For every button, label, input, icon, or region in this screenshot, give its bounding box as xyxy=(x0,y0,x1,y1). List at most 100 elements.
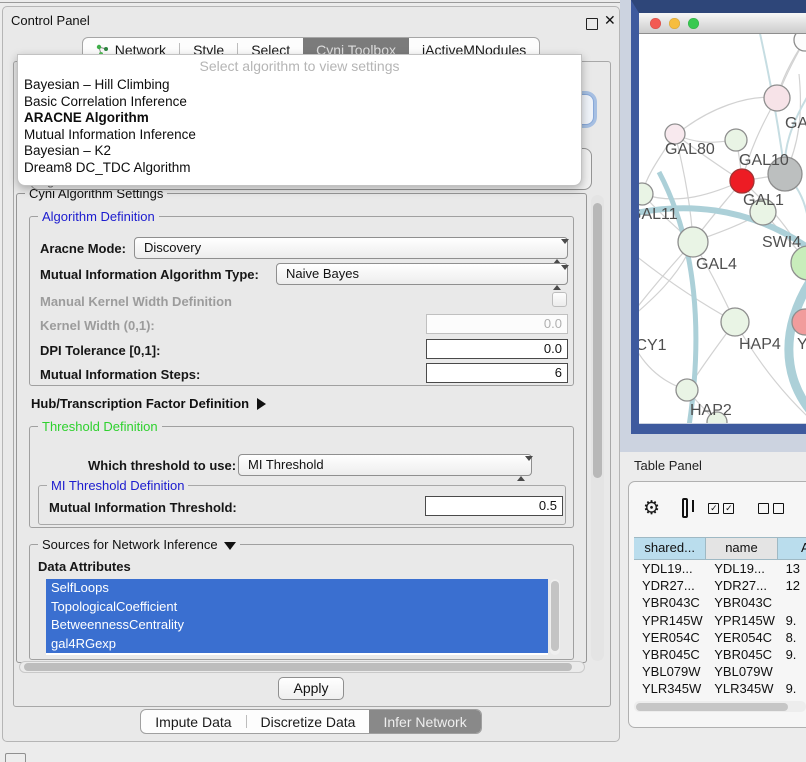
gear-icon[interactable]: ⚙ xyxy=(643,499,660,518)
table-cell[interactable]: YBL079W xyxy=(634,663,706,680)
tab-discretize-data[interactable]: Discretize Data xyxy=(247,710,370,733)
table-row[interactable]: YBR043CYBR043C xyxy=(634,594,806,611)
minimize-window-icon[interactable] xyxy=(669,18,680,29)
table-cell[interactable]: YDR27... xyxy=(634,577,706,594)
table-cell[interactable]: YBR045C xyxy=(706,646,777,663)
table-cell[interactable]: YBR043C xyxy=(706,594,777,611)
network-node-swi4[interactable] xyxy=(791,246,806,280)
list-scrollbar xyxy=(550,579,560,655)
node-label: GAL11 xyxy=(639,206,678,223)
table-cell[interactable]: YPR145W xyxy=(706,612,777,629)
table-cell[interactable]: 13 xyxy=(778,560,806,577)
column-header-a[interactable]: A xyxy=(778,538,806,559)
collapsed-panel-chip[interactable] xyxy=(5,753,26,762)
mi-threshold-field[interactable]: 0.5 xyxy=(425,496,563,516)
network-node-hap2[interactable] xyxy=(676,379,698,401)
table-row[interactable]: YER054CYER054C8. xyxy=(634,629,806,646)
network-node-gal[interactable] xyxy=(764,85,790,111)
table-cell[interactable]: YBR045C xyxy=(634,646,706,663)
table-hscroll-thumb[interactable] xyxy=(636,703,788,711)
mi-type-value: Naive Bayes xyxy=(286,266,359,281)
table-cell[interactable]: 9. xyxy=(778,612,806,629)
hub-definition-expander[interactable]: Hub/Transcription Factor Definition xyxy=(31,396,266,411)
table-row[interactable]: YDR27...YDR27...12 xyxy=(634,577,806,594)
network-window-titlebar[interactable] xyxy=(639,13,806,34)
network-node[interactable] xyxy=(794,34,806,51)
table-cell[interactable] xyxy=(778,663,806,680)
table-cell[interactable]: YBL079W xyxy=(706,663,777,680)
algorithm-option-dream8-dc-tdc-algorithm[interactable]: Dream8 DC_TDC Algorithm xyxy=(18,160,581,177)
data-attribute-item[interactable]: TopologicalCoefficient xyxy=(46,598,548,617)
aracne-mode-select[interactable]: Discovery xyxy=(134,237,568,259)
which-threshold-select[interactable]: MI Threshold xyxy=(238,454,532,476)
close-panel-icon[interactable]: ✕ xyxy=(604,12,616,29)
close-window-icon[interactable] xyxy=(650,18,661,29)
dpi-tolerance-field[interactable]: 0.0 xyxy=(426,339,568,359)
mi-threshold-label: Mutual Information Threshold: xyxy=(49,500,237,515)
mi-type-select[interactable]: Naive Bayes xyxy=(276,263,568,285)
table-row[interactable]: YPR145WYPR145W9. xyxy=(634,612,806,629)
checked-boxes-icon[interactable]: ✓✓ xyxy=(708,503,738,514)
list-scrollbar-thumb[interactable] xyxy=(551,581,559,651)
table-row[interactable]: YDL19...YDL19...13 xyxy=(634,560,806,577)
data-attribute-item[interactable]: SelfLoops xyxy=(46,579,548,598)
unchecked-boxes-icon[interactable] xyxy=(758,503,788,514)
table-cell[interactable]: YDR27... xyxy=(706,577,777,594)
algorithm-option-aracne-algorithm[interactable]: ARACNE Algorithm xyxy=(18,110,581,127)
algorithm-option-bayesian-k2[interactable]: Bayesian – K2 xyxy=(18,143,581,160)
table-row[interactable]: YLR345WYLR345W9. xyxy=(634,680,806,697)
data-attributes-label: Data Attributes xyxy=(38,559,131,574)
table-cell[interactable]: 12 xyxy=(778,577,806,594)
manual-kernel-checkbox[interactable] xyxy=(552,292,567,307)
network-node-gal1[interactable] xyxy=(730,169,754,193)
column-header-shared[interactable]: shared... xyxy=(634,538,706,559)
algorithm-option-bayesian-hill-climbing[interactable]: Bayesian – Hill Climbing xyxy=(18,77,581,94)
table-panel-title: Table Panel xyxy=(634,458,702,473)
column-header-name[interactable]: name xyxy=(706,538,777,559)
table-row[interactable]: YBL079WYBL079W xyxy=(634,663,806,680)
table-cell[interactable]: YDL19... xyxy=(634,560,706,577)
network-graph: GALGAL80GAL10GAL1GAL11GAL4SWI4GCY1HAP4YH… xyxy=(639,34,806,423)
node-label: GAL xyxy=(785,115,806,132)
network-node-gal10[interactable] xyxy=(725,129,747,151)
group-title: Sources for Network Inference xyxy=(38,537,240,552)
algorithm-option-basic-correlation-inference[interactable]: Basic Correlation Inference xyxy=(18,94,581,111)
collapse-arrow-icon[interactable] xyxy=(224,542,236,550)
network-node-gal4[interactable] xyxy=(678,227,708,257)
table-cell[interactable] xyxy=(778,594,806,611)
network-edge xyxy=(639,323,687,390)
apply-button[interactable]: Apply xyxy=(278,677,344,700)
table-cell[interactable]: YER054C xyxy=(706,629,777,646)
mi-steps-field[interactable]: 6 xyxy=(426,363,568,383)
network-node-hap4[interactable] xyxy=(721,308,749,336)
settings-vscroll-thumb[interactable] xyxy=(593,203,602,478)
zoom-window-icon[interactable] xyxy=(688,18,699,29)
table-horizontal-scrollbar xyxy=(634,701,806,712)
algorithm-definition-group: Algorithm Definition Aracne Mode: Discov… xyxy=(29,216,574,386)
node-label: HAP2 xyxy=(690,402,732,419)
tab-infer-network[interactable]: Infer Network xyxy=(369,710,480,733)
which-threshold-value: MI Threshold xyxy=(248,457,324,472)
table-cell[interactable]: YDL19... xyxy=(706,560,777,577)
table-row[interactable]: YBR045CYBR045C9. xyxy=(634,646,806,663)
float-panel-icon[interactable] xyxy=(586,18,598,30)
table-cell[interactable]: YPR145W xyxy=(634,612,706,629)
algorithm-option-mutual-information-inference[interactable]: Mutual Information Inference xyxy=(18,127,581,144)
tab-impute-data[interactable]: Impute Data xyxy=(141,710,245,733)
kernel-width-field[interactable]: 0.0 xyxy=(426,314,568,334)
data-attribute-item[interactable]: gal4RGexp xyxy=(46,635,548,654)
table-cell[interactable]: YLR345W xyxy=(706,680,777,697)
table-cell[interactable]: 9. xyxy=(778,680,806,697)
network-canvas[interactable]: GALGAL80GAL10GAL1GAL11GAL4SWI4GCY1HAP4YH… xyxy=(639,34,806,423)
settings-hscroll-thumb[interactable] xyxy=(24,663,572,671)
tab-label: Impute Data xyxy=(155,714,231,730)
table-cell[interactable]: YER054C xyxy=(634,629,706,646)
table-cell[interactable]: YBR043C xyxy=(634,594,706,611)
split-columns-icon[interactable] xyxy=(682,498,688,518)
table-cell[interactable]: YLR345W xyxy=(634,680,706,697)
combo-arrows-icon xyxy=(517,459,525,479)
data-attribute-item[interactable]: BetweennessCentrality xyxy=(46,616,548,635)
table-cell[interactable]: 8. xyxy=(778,629,806,646)
table-cell[interactable]: 9. xyxy=(778,646,806,663)
network-node-gal11[interactable] xyxy=(639,183,653,205)
